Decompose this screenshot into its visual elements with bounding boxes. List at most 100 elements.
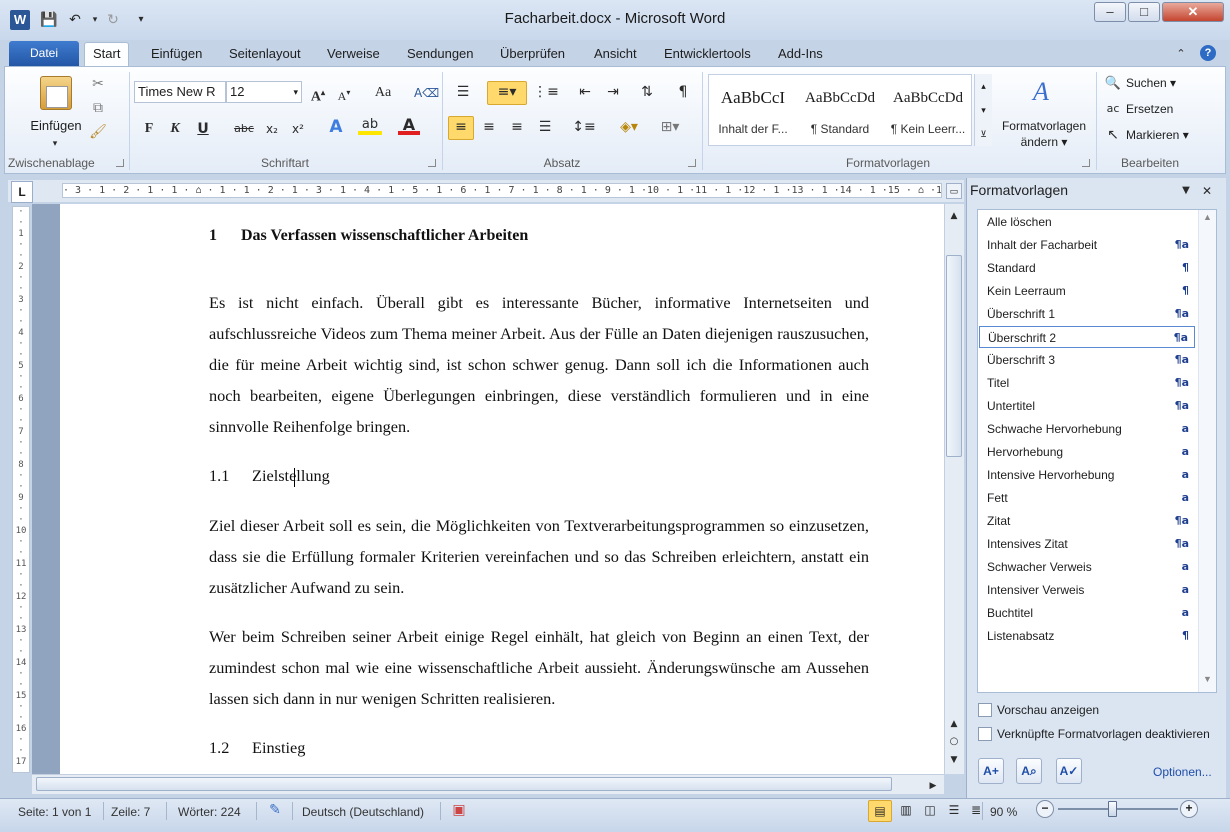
print-layout-view-button[interactable]: ▤ [868, 800, 892, 822]
find-icon[interactable]: 🔍 [1104, 74, 1122, 94]
align-center-icon[interactable]: ≡ [478, 117, 500, 137]
help-icon[interactable]: ? [1200, 45, 1216, 61]
linked-styles-checkbox[interactable] [978, 727, 992, 741]
paragraph-launcher-icon[interactable] [688, 159, 696, 167]
font-color-icon[interactable]: A [398, 115, 420, 135]
tab-datei[interactable]: Datei [9, 41, 79, 66]
zoom-in-button[interactable]: + [1180, 800, 1198, 818]
paste-dropdown-icon[interactable]: ▾ [48, 134, 62, 154]
style-sample-inhalt[interactable]: AaBbCcI [710, 88, 796, 108]
format-painter-icon[interactable]: 🖌 [88, 122, 108, 142]
status-language[interactable]: Deutsch (Deutschland) [302, 804, 424, 820]
multilevel-list-icon[interactable]: ⋮≡ [532, 82, 560, 102]
borders-icon[interactable]: ⊞▾ [654, 117, 686, 137]
find-button[interactable]: Suchen ▾ [1126, 76, 1176, 90]
heading-1[interactable]: 1 Das Verfassen wissenschaftlicher Arbei… [209, 227, 528, 245]
select-icon[interactable]: ↖ [1104, 125, 1122, 145]
style-item[interactable]: Standard ¶ [979, 257, 1195, 279]
strikethrough-button[interactable]: abc [232, 119, 256, 139]
tab-ueberpruefen[interactable]: Überprüfen [492, 44, 573, 66]
pane-close-icon[interactable]: ✕ [1200, 181, 1214, 201]
line-spacing-icon[interactable]: ↕≡ [568, 117, 600, 137]
replace-icon[interactable]: ac [1104, 99, 1122, 119]
style-item[interactable]: Hervorhebung a [979, 441, 1195, 463]
tab-entwicklertools[interactable]: Entwicklertools [656, 44, 759, 66]
underline-button[interactable]: U [194, 119, 212, 139]
zoom-level[interactable]: 90 % [990, 804, 1017, 820]
style-item[interactable]: Untertitel ¶a [979, 395, 1195, 417]
style-item[interactable]: Schwacher Verweis a [979, 556, 1195, 578]
cut-icon[interactable]: ✂ [88, 74, 108, 94]
vertical-scroll-thumb[interactable] [946, 255, 962, 457]
minimize-ribbon-icon[interactable]: ⌃ [1172, 44, 1190, 64]
font-launcher-icon[interactable] [428, 159, 436, 167]
web-layout-icon[interactable]: ◫ [920, 800, 940, 820]
style-item[interactable]: Intensives Zitat ¶a [979, 533, 1195, 555]
manage-styles-button[interactable]: A✓ [1056, 758, 1082, 784]
change-case-icon[interactable]: Aa [368, 83, 398, 103]
style-item[interactable]: Titel ¶a [979, 372, 1195, 394]
style-item[interactable]: Zitat ¶a [979, 510, 1195, 532]
italic-button[interactable]: K [166, 119, 184, 139]
proofing-icon[interactable]: ✎ [264, 800, 286, 820]
horizontal-ruler[interactable]: · 3 · 1 · 2 · 1 · 1 · ⌂ · 1 · 1 · 2 · 1 … [62, 183, 942, 198]
next-page-icon[interactable]: ▼ [946, 750, 962, 770]
style-sample-kein-leerraum[interactable]: AaBbCcDd [884, 90, 972, 107]
gallery-scroll-buttons[interactable]: ▴ ▾ ⊻ [974, 74, 992, 146]
draft-view-icon[interactable]: ≣ [966, 800, 986, 820]
scroll-right-icon[interactable]: ▶ [926, 776, 940, 796]
tab-start[interactable]: Start [84, 42, 130, 67]
style-item[interactable]: Überschrift 2 ¶a [979, 326, 1195, 348]
paragraph-3[interactable]: Wer beim Schreiben seiner Arbeit einige … [209, 621, 869, 714]
zoom-slider-track[interactable] [1058, 808, 1178, 810]
style-sample-standard[interactable]: AaBbCcDd [796, 90, 884, 107]
macro-record-icon[interactable]: ▣ [450, 800, 468, 820]
ruler-view-icon[interactable]: ▭ [946, 183, 962, 199]
scroll-up-icon[interactable]: ▲ [946, 206, 962, 226]
copy-icon[interactable]: ⧉ [88, 98, 108, 118]
new-style-button[interactable]: A+ [978, 758, 1004, 784]
prev-page-icon[interactable]: ▲ [946, 714, 962, 734]
text-effects-icon[interactable]: A [324, 117, 348, 137]
zoom-slider-thumb[interactable] [1108, 801, 1117, 817]
clear-formatting-icon[interactable]: A⌫ [414, 83, 439, 103]
tab-seitenlayout[interactable]: Seitenlayout [221, 44, 309, 66]
style-item[interactable]: Alle löschen [979, 211, 1195, 233]
font-size-dropdown[interactable]: 12 ▾ [226, 81, 302, 103]
style-item[interactable]: Intensive Hervorhebung a [979, 464, 1195, 486]
heading-1-1[interactable]: Zielstellung [252, 466, 330, 486]
font-name-dropdown[interactable]: Times New R [134, 81, 226, 103]
highlight-icon[interactable]: ab [358, 115, 382, 135]
shrink-font-icon[interactable]: A▾ [334, 83, 354, 106]
replace-button[interactable]: Ersetzen [1126, 102, 1173, 116]
horizontal-scroll-thumb[interactable] [36, 777, 892, 791]
tab-verweise[interactable]: Verweise [319, 44, 388, 66]
status-words[interactable]: Wörter: 224 [178, 804, 241, 820]
sort-icon[interactable]: ⇅ [636, 82, 658, 102]
styles-launcher-icon[interactable] [1082, 159, 1090, 167]
status-page[interactable]: Seite: 1 von 1 [18, 804, 91, 820]
paragraph-2[interactable]: Ziel dieser Arbeit soll es sein, die Mög… [209, 510, 869, 603]
select-button[interactable]: Markieren ▾ [1126, 128, 1189, 142]
browse-object-icon[interactable]: ○ [946, 732, 962, 752]
bold-button[interactable]: F [140, 119, 158, 139]
tab-selector[interactable]: L [11, 181, 33, 203]
align-left-button[interactable]: ≡ [448, 116, 474, 140]
close-button[interactable]: ✕ [1162, 2, 1224, 22]
clipboard-launcher-icon[interactable] [116, 159, 124, 167]
tab-sendungen[interactable]: Sendungen [399, 44, 482, 66]
change-styles-button[interactable]: Formatvorlagen ändern ▾ [994, 118, 1094, 150]
increase-indent-icon[interactable]: ⇥ [602, 82, 624, 102]
tab-add-ins[interactable]: Add-Ins [770, 44, 831, 66]
maximize-button[interactable]: □ [1128, 2, 1160, 22]
style-item[interactable]: Fett a [979, 487, 1195, 509]
justify-icon[interactable]: ☰ [534, 117, 556, 137]
bullets-icon[interactable]: ☰ [450, 82, 476, 102]
style-item[interactable]: Buchtitel a [979, 602, 1195, 624]
grow-font-icon[interactable]: A▴ [308, 83, 328, 108]
tab-einfuegen[interactable]: Einfügen [143, 44, 210, 66]
style-item[interactable]: Überschrift 1 ¶a [979, 303, 1195, 325]
vertical-ruler[interactable]: · · 1 · · 2 · · 3 · · 4 · · 5 · · 6 · · 7 · · 8 · · 9 · · 10 · · 11 · · 12 ·… [12, 206, 30, 773]
preview-checkbox[interactable] [978, 703, 992, 717]
heading-1-2[interactable]: Einstieg [252, 738, 305, 758]
